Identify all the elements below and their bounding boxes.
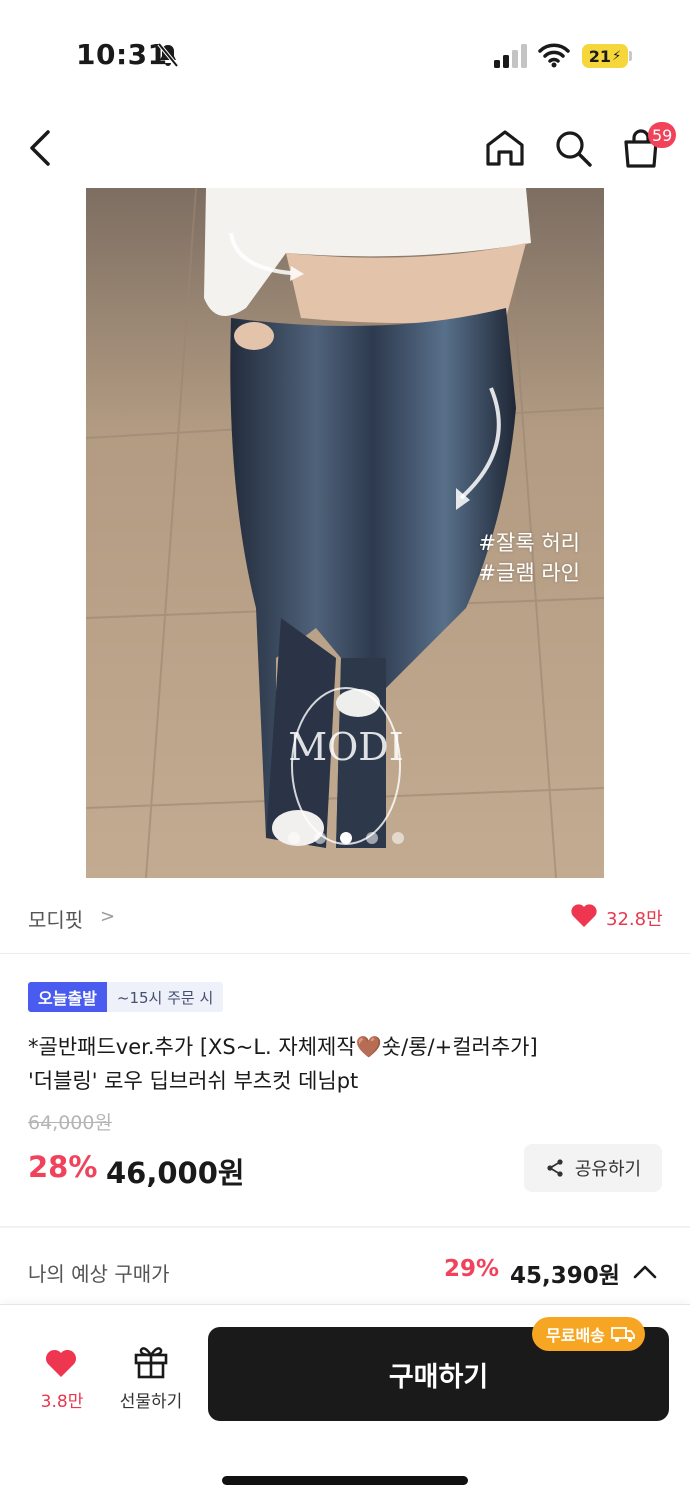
sale-price: 46,000원 <box>106 1156 245 1190</box>
battery-level: 21 <box>588 46 612 66</box>
free-shipping-label: 무료배송 <box>546 1326 605 1345</box>
chevron-right-icon: > <box>100 906 116 927</box>
charging-bolt-icon: ⚡ <box>612 48 622 64</box>
gift-icon[interactable] <box>132 1343 170 1379</box>
bottom-action-bar: 3.8만 선물하기 구매하기 무료배송 <box>0 1304 690 1500</box>
share-button[interactable]: 공유하기 <box>524 1144 662 1192</box>
home-icon[interactable] <box>484 128 526 168</box>
wishlist-count: 3.8만 <box>40 1392 84 1412</box>
original-price: 64,000원 <box>28 1112 112 1134</box>
battery-cap <box>629 51 632 61</box>
carousel-dot[interactable] <box>288 832 300 844</box>
discount-rate: 28% <box>28 1150 98 1184</box>
photo-caption-line1: #잘록 허리 <box>478 531 580 555</box>
status-time: 10:31 <box>76 38 168 71</box>
product-title: *골반패드ver.추가 [XS~L. 자체제작🤎숏/롱/+컬러추가] '더블링'… <box>28 1030 668 1098</box>
carousel-dots[interactable] <box>86 832 604 844</box>
estimated-price: 45,390원 <box>510 1263 620 1289</box>
truck-icon <box>610 1327 635 1342</box>
photo-caption-line2: #글램 라인 <box>478 561 580 585</box>
shop-name[interactable]: 모디핏 <box>28 904 83 933</box>
like-count: 32.8만 <box>606 909 663 930</box>
carousel-dot[interactable] <box>392 832 404 844</box>
photo-caption: #잘록 허리 #글램 라인 <box>478 528 580 588</box>
carousel-dot[interactable] <box>366 832 378 844</box>
watermark-text: MODI <box>288 725 404 769</box>
share-icon <box>547 1159 563 1177</box>
signal-icon <box>494 44 527 68</box>
product-image-carousel[interactable]: MODI #잘록 허리 #글램 라인 <box>86 188 604 878</box>
battery-indicator: 21 ⚡ <box>582 44 628 68</box>
carousel-dot[interactable] <box>340 832 352 844</box>
gift-label[interactable]: 선물하기 <box>108 1387 194 1412</box>
bell-off-icon <box>157 42 179 68</box>
order-cutoff-badge: ~15시 주문 시 <box>106 982 224 1012</box>
top-nav <box>0 110 690 188</box>
today-shipping-badge: 오늘출발 <box>28 982 107 1012</box>
product-title-line1: *골반패드ver.추가 [XS~L. 자체제작🤎숏/롱/+컬러추가] <box>28 1035 538 1059</box>
heart-icon[interactable] <box>570 902 598 928</box>
wishlist-heart-icon[interactable] <box>44 1347 78 1379</box>
shop-row[interactable]: 모디핏 > 32.8만 <box>0 880 690 954</box>
estimated-price-label: 나의 예상 구매가 <box>28 1262 170 1286</box>
estimated-discount: 29% <box>444 1256 500 1282</box>
delivery-badges: 오늘출발 ~15시 주문 시 <box>28 982 224 1012</box>
cart-count-badge: 59 <box>648 122 677 148</box>
chevron-up-icon[interactable] <box>632 1262 658 1280</box>
status-bar: 10:31 21 ⚡ <box>0 0 690 110</box>
carousel-dot[interactable] <box>314 832 326 844</box>
home-indicator <box>222 1476 468 1485</box>
search-icon[interactable] <box>552 128 594 168</box>
wifi-icon <box>538 43 570 68</box>
estimated-price-row[interactable]: 나의 예상 구매가 29% 45,390원 <box>0 1228 690 1306</box>
product-title-line2: '더블링' 로우 딥브러쉬 부츠컷 데님pt <box>28 1069 359 1093</box>
back-icon[interactable] <box>24 128 60 168</box>
free-shipping-badge: 무료배송 <box>532 1317 645 1351</box>
share-label: 공유하기 <box>574 1159 642 1180</box>
